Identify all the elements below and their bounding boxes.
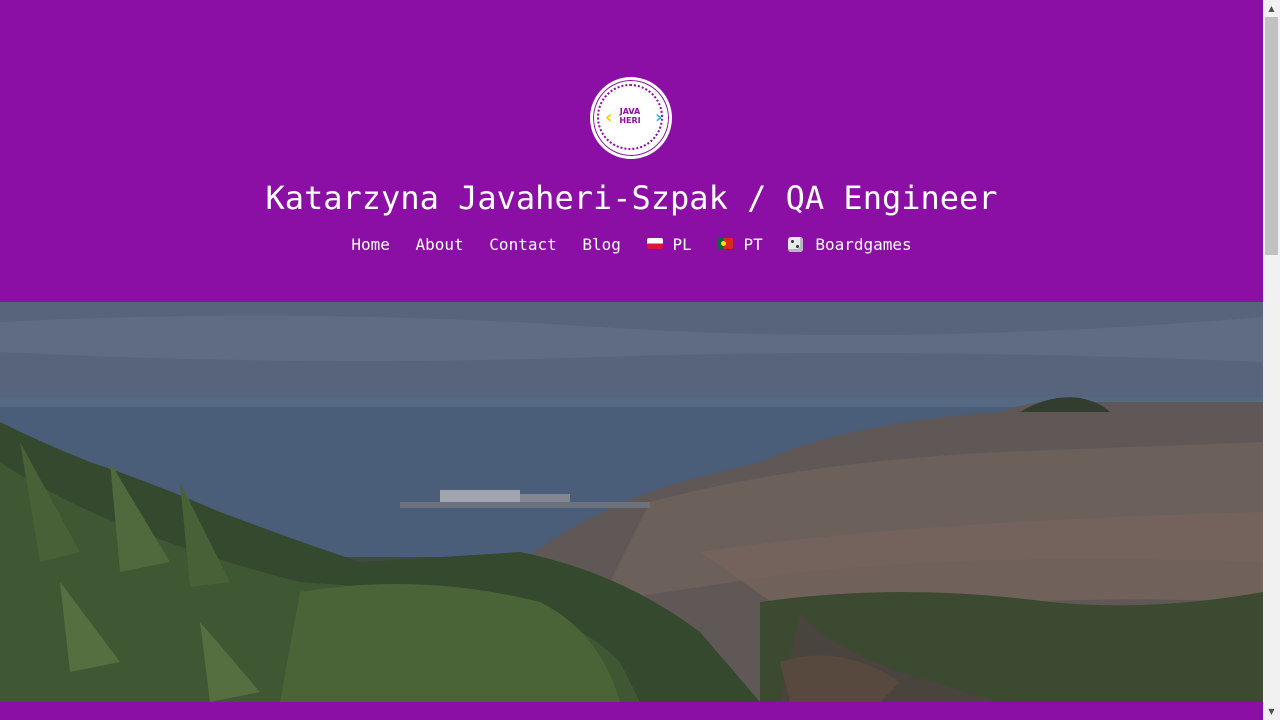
nav-contact[interactable]: Contact (489, 234, 556, 256)
scroll-up-icon[interactable]: ▲ (1263, 0, 1280, 17)
logo-text-line1: JAVA (619, 107, 641, 116)
site-title[interactable]: Katarzyna Javaheri-Szpak / QA Engineer (0, 178, 1263, 218)
flag-portugal-icon (717, 238, 734, 249)
nav-pl[interactable]: PL (646, 234, 692, 256)
nav-contact-label: Contact (489, 235, 557, 254)
page: ‹ JAVA HERI › Katarzyna Javaheri-Szpak /… (0, 0, 1263, 720)
hero-image (0, 302, 1263, 702)
scrollbar[interactable]: ▲ ▼ (1263, 0, 1280, 720)
flag-poland-icon (646, 238, 663, 249)
chevron-right-icon: › (655, 107, 663, 128)
nav-blog-label: Blog (582, 235, 621, 254)
scrollbar-thumb[interactable] (1265, 17, 1278, 255)
nav-about-label: About (415, 235, 464, 254)
dice-icon (788, 237, 804, 252)
nav-boardgames[interactable]: Boardgames (788, 234, 912, 256)
logo-ring: ‹ JAVA HERI › (597, 84, 663, 150)
logo-text: JAVA HERI (599, 107, 661, 125)
nav-pl-label: PL (672, 235, 692, 254)
nav-home-label: Home (351, 235, 390, 254)
nav-pt[interactable]: PT (717, 234, 763, 256)
content-start-strip (0, 702, 1263, 720)
nav-pt-label: PT (743, 235, 763, 254)
nav-home[interactable]: Home (351, 234, 390, 256)
hero-overlay (0, 302, 1263, 702)
scroll-down-icon[interactable]: ▼ (1263, 703, 1280, 720)
nav-blog[interactable]: Blog (582, 234, 621, 256)
site-header: ‹ JAVA HERI › Katarzyna Javaheri-Szpak /… (0, 0, 1263, 302)
nav-boardgames-label: Boardgames (815, 235, 912, 254)
nav-about[interactable]: About (415, 234, 463, 256)
main-nav: Home About Contact Blog PL PT Boardgames (0, 234, 1263, 256)
logo-text-line2: HERI (619, 116, 641, 125)
site-logo[interactable]: ‹ JAVA HERI › (590, 77, 672, 159)
